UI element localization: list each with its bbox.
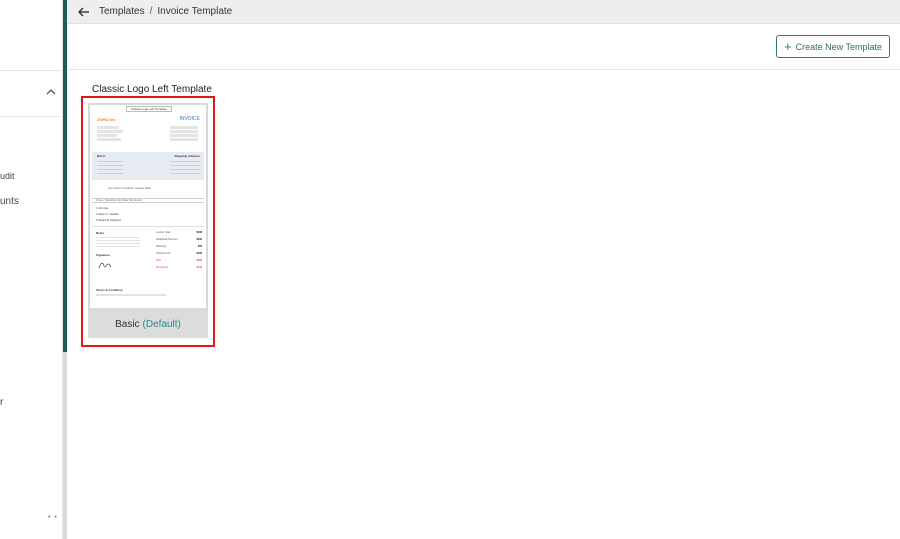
top-bar: Templates / Invoice Template <box>67 0 900 24</box>
breadcrumb-templates[interactable]: Templates <box>99 6 145 17</box>
breadcrumb: Templates / Invoice Template <box>99 6 232 17</box>
preview-notes: Notes <box>96 231 105 235</box>
preview-bill-lines <box>97 161 123 176</box>
sidebar-item-other[interactable]: r <box>0 397 3 408</box>
preview-terms-line <box>96 294 166 296</box>
preview-signature: Signature <box>96 253 110 257</box>
preview-total-row: Shipping $90 <box>156 245 202 248</box>
preview-total-row: Additional Discount $408 <box>156 238 202 241</box>
template-footer: Basic (Default) <box>88 311 208 338</box>
preview-table-header: # Item / Description Qty Rate Tax Amount <box>92 198 204 203</box>
preview-row: 1 John doe <box>96 207 109 210</box>
sidebar-scroll-track <box>63 352 67 539</box>
preview-total-row: Paid $308 <box>156 259 202 262</box>
create-new-template-label: Create New Template <box>795 41 882 52</box>
preview-terms: Terms & Condition <box>96 288 123 292</box>
preview-row: 3 Tamara R. McQueen <box>96 219 122 222</box>
sidebar-item-accounts[interactable]: unts <box>0 196 19 207</box>
preview-address <box>97 125 127 142</box>
preview-logo: ZOHO Inv <box>97 117 116 122</box>
template-name: Basic <box>115 319 140 330</box>
preview-heading: INVOICE <box>179 116 200 122</box>
sidebar-item-audit[interactable]: udit <box>0 171 15 181</box>
preview-row: 2 James K. Caldwell <box>96 213 119 216</box>
preview-items-note: List of items / products / services bill… <box>108 187 151 190</box>
template-preview: Classic Logo Left Template ZOHO Inv INVO… <box>90 105 206 308</box>
preview-total-row: Total Amount $408 <box>156 252 202 255</box>
plus-icon: + <box>784 39 792 54</box>
preview-address-band: Bill to Shipping Address <box>92 152 204 180</box>
template-card[interactable]: Classic Logo Left Template ZOHO Inv INVO… <box>88 103 208 338</box>
breadcrumb-separator: / <box>149 6 153 17</box>
preview-invoice-meta <box>170 125 200 142</box>
sidebar-divider <box>0 116 63 117</box>
template-card-selected[interactable]: Classic Logo Left Template ZOHO Inv INVO… <box>81 96 215 347</box>
signature-icon <box>98 262 112 269</box>
preview-bill-to: Bill to <box>97 154 106 158</box>
create-new-template-button[interactable]: + Create New Template <box>776 35 890 58</box>
preview-total-row: Remaining $100 <box>156 266 202 269</box>
sidebar-divider <box>0 70 63 71</box>
preview-notes-lines <box>96 237 140 247</box>
preview-ship-lines <box>170 161 200 176</box>
default-badge: (Default) <box>142 319 181 330</box>
template-title: Classic Logo Left Template <box>92 84 212 95</box>
preview-total-row: Invoice Total $408 <box>156 231 202 234</box>
preview-tag: Classic Logo Left Template <box>126 106 172 112</box>
sidebar-more-indicator: • • <box>48 514 58 521</box>
chevron-up-icon[interactable] <box>46 87 56 97</box>
sidebar: udit unts r • • <box>0 0 63 539</box>
preview-divider <box>92 226 204 227</box>
action-bar: + Create New Template <box>67 24 900 70</box>
preview-ship-to: Shipping Address <box>174 154 200 158</box>
breadcrumb-invoice-template: Invoice Template <box>157 6 233 17</box>
arrow-left-icon[interactable] <box>77 5 91 19</box>
